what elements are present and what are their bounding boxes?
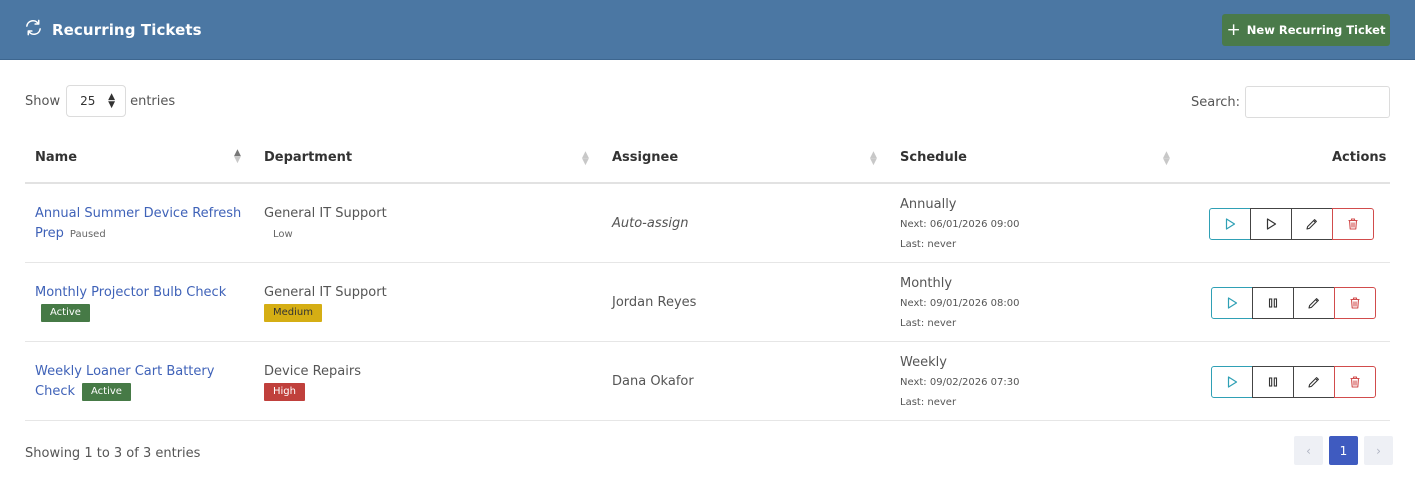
- search-input[interactable]: [1245, 86, 1391, 118]
- pagination: ‹ 1 ›: [1294, 436, 1393, 465]
- column-header-assignee[interactable]: Assignee: [612, 150, 678, 165]
- search-control: Search:: [1191, 86, 1391, 118]
- title-wrap: Recurring Tickets: [24, 18, 202, 41]
- assignee: Dana Okafor: [612, 374, 694, 389]
- row-divider: [25, 262, 1390, 263]
- row-actions: [1211, 287, 1376, 319]
- column-header-actions: Actions: [1332, 150, 1387, 165]
- pause-icon: [1268, 377, 1278, 387]
- ticket-name-link[interactable]: Monthly Projector Bulb Check: [35, 283, 245, 303]
- schedule-frequency: Annually: [900, 197, 957, 212]
- row-actions: [1209, 208, 1374, 240]
- schedule-last: Last: never: [900, 318, 957, 329]
- row-divider: [25, 420, 1390, 421]
- priority-badge-medium: Medium: [264, 304, 322, 322]
- schedule-frequency: Monthly: [900, 276, 953, 291]
- assignee: Jordan Reyes: [612, 295, 697, 310]
- run-icon: [1227, 376, 1238, 388]
- resume-button[interactable]: [1250, 208, 1292, 240]
- select-arrows-icon: ▲ ▼: [108, 92, 116, 110]
- schedule-next: Next: 09/01/2026 08:00: [900, 298, 1020, 309]
- table-header-divider: [25, 182, 1390, 184]
- edit-button[interactable]: [1291, 208, 1333, 240]
- sort-asc-icon: ▲ ▼: [234, 148, 241, 165]
- trash-icon: [1350, 376, 1360, 388]
- sort-icon: ▲ ▼: [870, 150, 877, 167]
- column-header-department[interactable]: Department: [264, 150, 352, 165]
- schedule-next: Next: 06/01/2026 09:00: [900, 219, 1020, 230]
- pause-icon: [1268, 298, 1278, 308]
- show-label: Show: [25, 93, 61, 109]
- next-page-button[interactable]: ›: [1364, 436, 1393, 465]
- plus-icon: +: [1226, 19, 1241, 40]
- page-header: Recurring Tickets + New Recurring Ticket: [0, 0, 1415, 60]
- schedule-last: Last: never: [900, 239, 957, 250]
- sort-icon: ▲ ▼: [582, 150, 589, 167]
- run-now-button[interactable]: [1211, 366, 1253, 398]
- pause-button[interactable]: [1252, 366, 1294, 398]
- search-label: Search:: [1191, 94, 1241, 110]
- page-title: Recurring Tickets: [52, 20, 202, 39]
- sort-icon: ▲ ▼: [1163, 150, 1170, 167]
- status-badge-active: Active: [41, 304, 90, 322]
- delete-button[interactable]: [1334, 366, 1376, 398]
- department: General IT Support: [264, 285, 387, 300]
- run-icon: [1227, 297, 1238, 309]
- run-now-button[interactable]: [1211, 287, 1253, 319]
- run-now-button[interactable]: [1209, 208, 1251, 240]
- pencil-icon: [1308, 298, 1319, 309]
- schedule-frequency: Weekly: [900, 355, 947, 370]
- edit-button[interactable]: [1293, 366, 1335, 398]
- entries-label: entries: [130, 93, 176, 109]
- status-badge-active: Active: [82, 383, 131, 401]
- table-info: Showing 1 to 3 of 3 entries: [25, 446, 201, 461]
- pause-button[interactable]: [1252, 287, 1294, 319]
- delete-button[interactable]: [1334, 287, 1376, 319]
- run-icon: [1225, 218, 1236, 230]
- previous-page-button[interactable]: ‹: [1294, 436, 1323, 465]
- delete-button[interactable]: [1332, 208, 1374, 240]
- new-recurring-ticket-button[interactable]: + New Recurring Ticket: [1222, 14, 1390, 46]
- page-size-value: 25: [80, 94, 96, 108]
- status-text-paused: Paused: [69, 229, 106, 240]
- ticket-name: Monthly Projector Bulb Check: [35, 285, 227, 300]
- row-divider: [25, 341, 1390, 342]
- column-header-schedule[interactable]: Schedule: [900, 150, 967, 165]
- trash-icon: [1350, 297, 1360, 309]
- ticket-name: Annual Summer Device Refresh Prep: [35, 206, 242, 241]
- row-actions: [1211, 366, 1376, 398]
- department: General IT Support: [264, 206, 387, 221]
- page-size-control: Show 25 ▲ ▼ entries: [25, 85, 175, 117]
- recurring-icon: [24, 18, 43, 41]
- pencil-icon: [1308, 377, 1319, 388]
- trash-icon: [1348, 218, 1358, 230]
- play-icon: [1266, 218, 1277, 230]
- schedule-next: Next: 09/02/2026 07:30: [900, 377, 1020, 388]
- schedule-last: Last: never: [900, 397, 957, 408]
- page-button-current[interactable]: 1: [1329, 436, 1358, 465]
- priority-badge-high: High: [264, 383, 305, 401]
- priority-badge-low: Low: [273, 229, 293, 240]
- assignee: Auto-assign: [612, 216, 689, 231]
- new-recurring-ticket-label: New Recurring Ticket: [1246, 23, 1386, 37]
- page-size-select[interactable]: 25 ▲ ▼: [66, 85, 127, 117]
- department: Device Repairs: [264, 364, 361, 379]
- ticket-name-link[interactable]: Annual Summer Device Refresh Prep Paused: [35, 204, 245, 245]
- column-header-name[interactable]: Name: [35, 150, 77, 165]
- edit-button[interactable]: [1293, 287, 1335, 319]
- pencil-icon: [1306, 219, 1317, 230]
